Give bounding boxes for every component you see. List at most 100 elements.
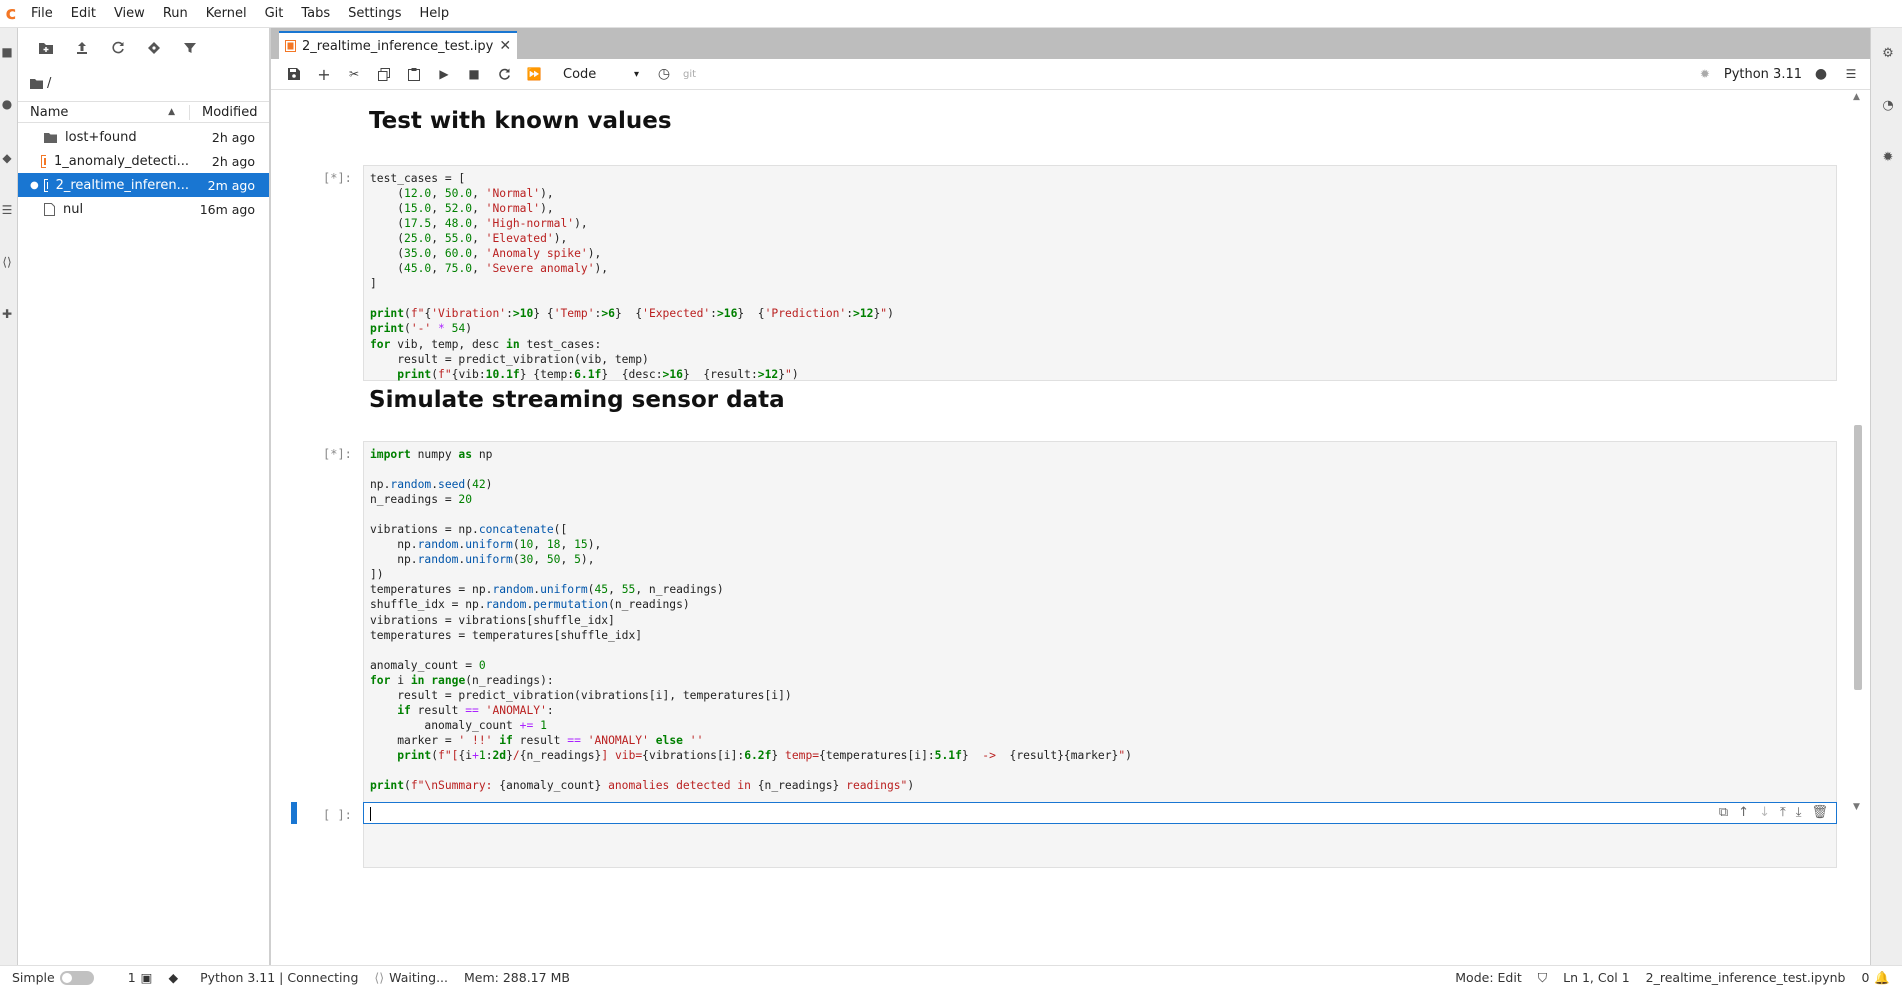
shield-check-icon: ⛉ <box>1537 969 1548 985</box>
menu-git[interactable]: Git <box>256 0 293 28</box>
markdown-heading[interactable]: Simulate streaming sensor data <box>369 387 785 413</box>
file-browser-toolbar <box>18 28 269 68</box>
scroll-down-arrow-icon[interactable]: ▼ <box>1853 802 1860 812</box>
git-clone-button[interactable] <box>142 36 166 60</box>
code-editor[interactable]: import numpy as np np.random.seed(42) n_… <box>370 447 1830 793</box>
kernel-name[interactable]: Python 3.11 <box>1724 67 1802 82</box>
move-down-icon[interactable]: ↓ <box>1759 805 1770 820</box>
extensions-icon[interactable]: ✚ <box>0 306 14 322</box>
file-name: 2_realtime_inferen... <box>55 177 189 193</box>
code-cell-active[interactable]: ⧉ ↑ ↓ ⤒ ⤓ 🗑 <box>363 802 1837 824</box>
git-icon[interactable]: ◆ <box>0 150 14 166</box>
copy-button[interactable] <box>373 63 395 85</box>
git-label: git <box>683 68 697 80</box>
run-button[interactable]: ▶ <box>433 63 455 85</box>
move-up-icon[interactable]: ↑ <box>1738 805 1749 820</box>
file-row-nul[interactable]: nul 16m ago <box>18 197 269 221</box>
running-indicator-icon: ● <box>30 179 39 191</box>
breadcrumb-path[interactable]: / <box>47 76 51 91</box>
filter-icon <box>184 43 196 53</box>
scroll-thumb[interactable] <box>1854 425 1862 690</box>
notifications[interactable]: 0 🔔 <box>1853 970 1902 986</box>
running-kernels-icon[interactable]: ● <box>0 96 14 112</box>
interrupt-button[interactable]: ■ <box>463 63 485 85</box>
table-of-contents-icon[interactable]: ☰ <box>0 202 14 218</box>
file-browser-panel: / Name ▲ Modified lost+found 2h ago 1_an… <box>18 28 270 965</box>
cell-type-dropdown[interactable]: Code ▾ <box>557 63 645 85</box>
insert-above-icon[interactable]: ⤒ <box>1780 805 1786 820</box>
cell-input-cursor[interactable] <box>370 807 371 821</box>
delete-cell-icon[interactable]: 🗑 <box>1811 805 1828 820</box>
menu-icon[interactable]: ☰ <box>1840 63 1862 85</box>
notebook-scrollbar[interactable]: ▲ ▼ <box>1851 90 1865 965</box>
history-button[interactable]: ◷ <box>653 63 675 85</box>
refresh-button[interactable] <box>106 36 130 60</box>
file-browser-icon[interactable]: ■ <box>0 44 14 60</box>
right-sidebar: ⚙ ◔ ✹ <box>1870 28 1902 965</box>
file-list-header: Name ▲ Modified <box>18 101 269 123</box>
close-icon[interactable]: ✕ <box>499 38 511 54</box>
active-cell-indicator <box>291 802 297 824</box>
trusted-indicator[interactable]: ⛉ <box>1530 970 1555 986</box>
tab-notebook[interactable]: 2_realtime_inference_test.ipy ✕ <box>279 31 518 59</box>
mode-label: Mode: Edit <box>1455 970 1522 985</box>
new-folder-button[interactable] <box>34 36 58 60</box>
code-editor[interactable]: test_cases = [ (12.0, 50.0, 'Normal'), (… <box>370 171 1830 382</box>
column-name-header[interactable]: Name ▲ <box>18 105 189 120</box>
menu-file[interactable]: File <box>22 0 62 28</box>
folder-icon[interactable] <box>30 78 43 89</box>
file-row-lost-found[interactable]: lost+found 2h ago <box>18 125 269 149</box>
menu-bar: c File Edit View Run Kernel Git Tabs Set… <box>0 0 1902 28</box>
cell-prompt: [ ]: <box>323 808 352 822</box>
cursor-position[interactable]: Ln 1, Col 1 <box>1555 970 1638 985</box>
markdown-heading[interactable]: Test with known values <box>369 108 672 134</box>
scissors-icon: ✂ <box>348 67 360 81</box>
paste-button[interactable] <box>403 63 425 85</box>
column-modified-label: Modified <box>202 104 258 120</box>
filter-button[interactable] <box>178 36 202 60</box>
code-cell[interactable]: test_cases = [ (12.0, 50.0, 'Normal'), (… <box>363 165 1837 381</box>
restart-run-all-button[interactable]: ⏩ <box>523 63 545 85</box>
menu-kernel[interactable]: Kernel <box>197 0 256 28</box>
restart-icon <box>498 68 510 80</box>
menu-tabs[interactable]: Tabs <box>292 0 339 28</box>
notebook-icon <box>40 154 47 168</box>
menu-view[interactable]: View <box>105 0 154 28</box>
insert-below-icon[interactable]: ⤓ <box>1796 805 1802 820</box>
toggle-switch[interactable] <box>59 970 94 985</box>
terminals-indicator[interactable]: 1 ▣ <box>120 970 161 985</box>
debugger-button[interactable]: ✹ <box>1694 63 1716 85</box>
sort-ascending-icon: ▲ <box>168 107 175 117</box>
dashboard-icon[interactable]: ◔ <box>1879 96 1897 114</box>
fast-forward-icon: ⏩ <box>526 67 542 81</box>
column-modified-header[interactable]: Modified <box>189 104 269 120</box>
scroll-up-arrow-icon[interactable]: ▲ <box>1853 92 1860 102</box>
debugger-icon[interactable]: ✹ <box>1879 148 1897 166</box>
lsp-status[interactable]: ⟨⟩ Waiting... <box>366 970 456 985</box>
file-row-anomaly-detection[interactable]: 1_anomaly_detecti... 2h ago <box>18 149 269 173</box>
code-icon[interactable]: ⟨⟩ <box>0 254 14 270</box>
lsp-status-label: Waiting... <box>389 970 449 985</box>
cell-type-value: Code <box>563 66 597 82</box>
menu-settings[interactable]: Settings <box>339 0 410 28</box>
menu-run[interactable]: Run <box>154 0 197 28</box>
property-inspector-icon[interactable]: ⚙ <box>1879 44 1897 62</box>
file-row-realtime-inference[interactable]: ● 2_realtime_inferen... 2m ago <box>18 173 269 197</box>
cut-button[interactable]: ✂ <box>343 63 365 85</box>
file-list: lost+found 2h ago 1_anomaly_detecti... 2… <box>18 123 269 221</box>
file-modified: 2h ago <box>211 153 255 169</box>
save-icon <box>288 68 300 80</box>
file-name: nul <box>63 201 84 217</box>
kernel-sessions-indicator[interactable]: ◆ <box>160 970 186 985</box>
notifications-count: 0 <box>1861 970 1870 985</box>
menu-help[interactable]: Help <box>411 0 459 28</box>
memory-label: Mem: 288.17 MB <box>464 970 570 985</box>
menu-edit[interactable]: Edit <box>62 0 105 28</box>
kernel-status[interactable]: Python 3.11 | Connecting <box>192 970 366 985</box>
save-button[interactable] <box>283 63 305 85</box>
simple-mode-toggle[interactable]: Simple <box>0 970 102 985</box>
restart-button[interactable] <box>493 63 515 85</box>
upload-button[interactable] <box>70 36 94 60</box>
add-cell-button[interactable]: + <box>313 63 335 85</box>
duplicate-cell-icon[interactable]: ⧉ <box>1719 805 1728 820</box>
